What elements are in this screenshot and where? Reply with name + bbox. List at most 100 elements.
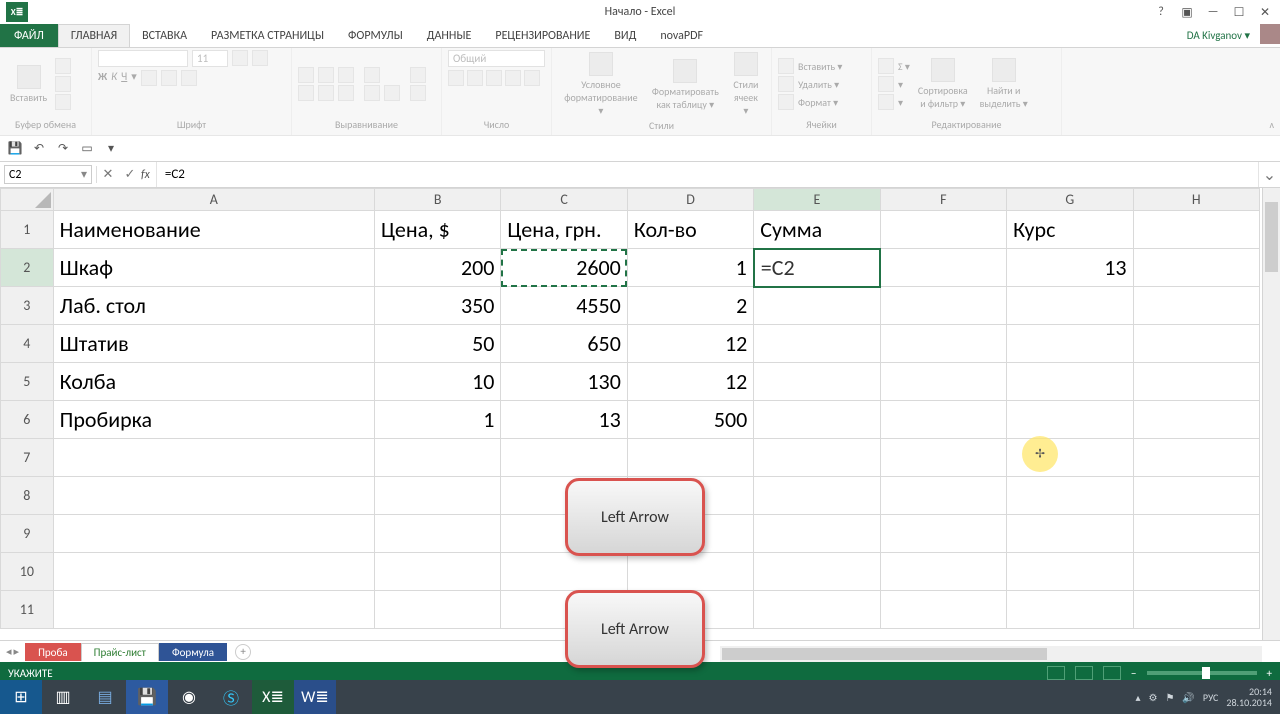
cell-B4[interactable]: 50 xyxy=(375,325,501,363)
autosum-button[interactable]: Σ ▾ xyxy=(878,58,910,74)
ribbon-tab-вставка[interactable]: ВСТАВКА xyxy=(130,24,199,47)
cell-E10[interactable] xyxy=(754,553,880,591)
currency-icon[interactable] xyxy=(448,70,464,86)
formula-input[interactable] xyxy=(156,162,1258,187)
cell-H2[interactable] xyxy=(1133,249,1259,287)
row-header-8[interactable]: 8 xyxy=(1,477,54,515)
ribbon-tab-формулы[interactable]: ФОРМУЛЫ xyxy=(336,24,415,47)
cell-G8[interactable] xyxy=(1007,477,1133,515)
cell-D3[interactable]: 2 xyxy=(627,287,753,325)
row-header-3[interactable]: 3 xyxy=(1,287,54,325)
new-sheet-button[interactable]: + xyxy=(235,644,251,660)
cell-A2[interactable]: Шкаф xyxy=(53,249,374,287)
cell-A7[interactable] xyxy=(53,439,374,477)
cell-C3[interactable]: 4550 xyxy=(501,287,627,325)
col-header-B[interactable]: B xyxy=(375,189,501,211)
cell-D10[interactable] xyxy=(627,553,753,591)
cell-B7[interactable] xyxy=(375,439,501,477)
sheet-nav-first-icon[interactable]: ◂ xyxy=(6,645,12,658)
col-header-A[interactable]: A xyxy=(53,189,374,211)
qat-dropdown-icon[interactable]: ▾ xyxy=(102,140,120,158)
cell-G10[interactable] xyxy=(1007,553,1133,591)
tray-expand-icon[interactable]: ▴ xyxy=(1135,691,1140,704)
cell-E5[interactable] xyxy=(754,363,880,401)
ribbon-tab-данные[interactable]: ДАННЫЕ xyxy=(415,24,484,47)
bold-button[interactable]: Ж xyxy=(98,70,107,86)
zoom-slider[interactable] xyxy=(1147,671,1257,675)
close-icon[interactable]: ✕ xyxy=(1256,5,1274,20)
taskbar-word[interactable]: W≣ xyxy=(294,680,336,714)
cell-F11[interactable] xyxy=(880,591,1006,629)
cut-icon[interactable] xyxy=(55,58,71,74)
sheet-tab-Прайс-лист[interactable]: Прайс-лист xyxy=(81,643,159,661)
minimize-icon[interactable]: — xyxy=(1204,5,1222,19)
cell-B5[interactable]: 10 xyxy=(375,363,501,401)
cell-G1[interactable]: Курс xyxy=(1007,211,1133,249)
zoom-in-button[interactable]: + xyxy=(1267,667,1272,680)
enter-formula-button[interactable]: ✓ xyxy=(119,167,141,182)
col-header-C[interactable]: C xyxy=(501,189,627,211)
italic-button[interactable]: К xyxy=(111,70,117,86)
taskbar-app-1[interactable]: ▥ xyxy=(42,680,84,714)
cell-C5[interactable]: 130 xyxy=(501,363,627,401)
fx-icon[interactable]: fx xyxy=(141,168,156,182)
tray-icon[interactable]: ⚙ xyxy=(1148,691,1157,704)
cell-E4[interactable] xyxy=(754,325,880,363)
file-tab[interactable]: ФАЙЛ xyxy=(0,24,58,47)
cell-G5[interactable] xyxy=(1007,363,1133,401)
wrap-text-icon[interactable] xyxy=(410,67,426,83)
cell-D4[interactable]: 12 xyxy=(627,325,753,363)
increase-font-icon[interactable] xyxy=(232,50,248,66)
row-header-1[interactable]: 1 xyxy=(1,211,54,249)
qat-custom-icon[interactable]: ▭ xyxy=(78,140,96,158)
row-header-4[interactable]: 4 xyxy=(1,325,54,363)
cell-G4[interactable] xyxy=(1007,325,1133,363)
tray-icon-2[interactable]: ⚑ xyxy=(1165,691,1174,704)
fill-button[interactable]: ▾ xyxy=(878,76,910,92)
cell-H3[interactable] xyxy=(1133,287,1259,325)
cell-E1[interactable]: Сумма xyxy=(754,211,880,249)
conditional-formatting-button[interactable]: Условное форматирование ▾ xyxy=(558,50,644,119)
row-header-7[interactable]: 7 xyxy=(1,439,54,477)
ribbon-tab-главная[interactable]: ГЛАВНАЯ xyxy=(58,24,130,47)
cell-G9[interactable] xyxy=(1007,515,1133,553)
cell-C10[interactable] xyxy=(501,553,627,591)
col-header-D[interactable]: D xyxy=(627,189,753,211)
copy-icon[interactable] xyxy=(55,76,71,92)
cell-C1[interactable]: Цена, грн. xyxy=(501,211,627,249)
worksheet-grid[interactable]: ABCDEFGH1НаименованиеЦена, $Цена, грн.Ко… xyxy=(0,188,1280,640)
dec-decimal-icon[interactable] xyxy=(524,70,540,86)
cell-H10[interactable] xyxy=(1133,553,1259,591)
row-header-10[interactable]: 10 xyxy=(1,553,54,591)
cell-C4[interactable]: 650 xyxy=(501,325,627,363)
cell-A10[interactable] xyxy=(53,553,374,591)
cell-E6[interactable] xyxy=(754,401,880,439)
cell-B10[interactable] xyxy=(375,553,501,591)
font-color-icon[interactable] xyxy=(181,70,197,86)
format-painter-icon[interactable] xyxy=(55,94,71,110)
taskbar-save-icon[interactable]: 💾 xyxy=(126,680,168,714)
col-header-E[interactable]: E xyxy=(754,189,880,211)
col-header-H[interactable]: H xyxy=(1133,189,1259,211)
redo-icon[interactable]: ↷ xyxy=(54,140,72,158)
insert-cells-button[interactable]: Вставить ▾ xyxy=(778,58,842,74)
cell-F1[interactable] xyxy=(880,211,1006,249)
cell-D1[interactable]: Кол-во xyxy=(627,211,753,249)
cell-A1[interactable]: Наименование xyxy=(53,211,374,249)
cell-C2[interactable]: 2600 xyxy=(501,249,627,287)
percent-icon[interactable] xyxy=(467,70,483,86)
cancel-formula-button[interactable]: ✕ xyxy=(97,167,119,182)
cell-D5[interactable]: 12 xyxy=(627,363,753,401)
collapse-ribbon-icon[interactable]: ʌ xyxy=(1269,118,1274,131)
ribbon-tab-novapdf[interactable]: novaPDF xyxy=(648,24,715,47)
vertical-scrollbar[interactable] xyxy=(1262,188,1280,640)
cell-G2[interactable]: 13 xyxy=(1007,249,1133,287)
row-header-5[interactable]: 5 xyxy=(1,363,54,401)
ribbon-tab-вид[interactable]: ВИД xyxy=(602,24,648,47)
cell-H6[interactable] xyxy=(1133,401,1259,439)
cell-D6[interactable]: 500 xyxy=(627,401,753,439)
cell-F6[interactable] xyxy=(880,401,1006,439)
inc-decimal-icon[interactable] xyxy=(505,70,521,86)
cell-E7[interactable] xyxy=(754,439,880,477)
tray-clock[interactable]: 20:1428.10.2014 xyxy=(1226,686,1272,708)
